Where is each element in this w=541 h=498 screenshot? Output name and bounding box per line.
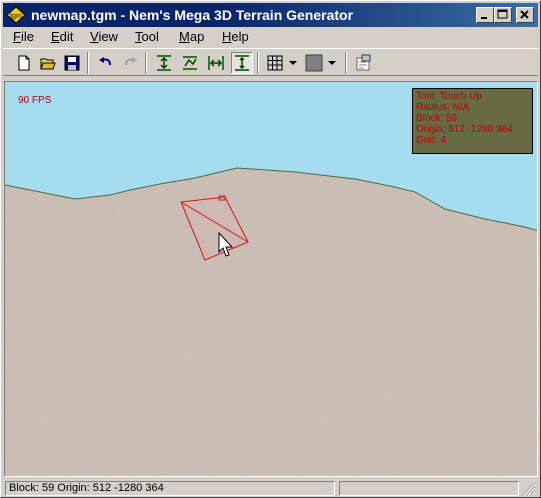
toolbar-separator	[345, 52, 347, 74]
minimize-button[interactable]	[476, 7, 494, 23]
tool-info-overlay: Tool: Touch Up Radius: N/A Block: 59 Ori…	[412, 88, 533, 154]
toolbar-separator	[87, 52, 89, 74]
grid-dropdown-button[interactable]	[286, 52, 300, 74]
fps-counter: 90 FPS	[18, 95, 52, 106]
grid-button[interactable]	[264, 52, 286, 74]
window-title: newmap.tgm - Nem's Mega 3D Terrain Gener…	[31, 7, 354, 23]
menu-edit[interactable]: Edit	[51, 29, 73, 44]
undo-button[interactable]	[95, 52, 117, 74]
close-icon	[520, 10, 529, 19]
menu-help-label: elp	[231, 29, 249, 44]
save-button[interactable]	[61, 52, 83, 74]
info-tool: Tool: Touch Up	[416, 91, 482, 102]
app-icon[interactable]: tgm	[7, 7, 25, 23]
menu-file[interactable]: File	[13, 29, 34, 44]
touch-up-tool-button[interactable]	[231, 52, 253, 74]
raise-tool-icon	[157, 55, 171, 71]
save-icon	[64, 55, 80, 71]
properties-icon	[356, 54, 371, 71]
open-icon	[40, 58, 56, 70]
color-dropdown-button[interactable]	[325, 52, 339, 74]
redo-button[interactable]	[119, 52, 141, 74]
menu-help[interactable]: Help	[222, 29, 249, 44]
title-bar[interactable]: tgm newmap.tgm - Nem's Mega 3D Terrain G…	[3, 3, 538, 27]
toolbar-separator	[257, 52, 259, 74]
maximize-button[interactable]	[494, 7, 512, 23]
menu-view[interactable]: View	[90, 29, 118, 44]
menu-file-label: ile	[20, 29, 34, 44]
open-button[interactable]	[37, 52, 59, 74]
menu-file-mnemonic: F	[13, 29, 21, 44]
properties-button[interactable]	[352, 52, 374, 74]
menu-map-mnemonic: M	[179, 29, 190, 44]
terrain-texture	[5, 168, 537, 476]
touch-up-tool-icon	[235, 55, 249, 71]
menu-view-label: iew	[98, 29, 118, 44]
menu-tool[interactable]: Tool	[135, 29, 159, 44]
menu-tool-label: ool	[141, 29, 159, 44]
minimize-icon	[481, 17, 487, 19]
flatten-tool-button[interactable]	[205, 52, 227, 74]
info-block: Block: 59	[416, 113, 458, 124]
resize-grip-icon[interactable]	[522, 482, 536, 496]
smooth-tool-button[interactable]	[179, 52, 201, 74]
info-grid: Grid: 4	[416, 135, 447, 146]
menu-edit-label: dit	[59, 29, 74, 44]
color-button[interactable]	[303, 52, 325, 74]
menu-map[interactable]: Map	[179, 29, 204, 44]
menu-edit-mnemonic: E	[51, 29, 60, 44]
info-origin: Origin: 512 -1280 364	[416, 124, 513, 135]
menu-bar: File Edit View Tool Map Help	[3, 28, 538, 46]
menu-map-label: ap	[189, 29, 205, 44]
svg-text:tgm: tgm	[10, 13, 22, 20]
terrain-viewport[interactable]: 90 FPS Tool: Touch Up Radius: N/A Block:…	[4, 81, 538, 477]
flatten-tool-icon	[208, 56, 224, 70]
undo-icon	[99, 57, 111, 66]
chevron-down-icon	[328, 61, 336, 65]
color-swatch-icon	[305, 54, 323, 72]
maximize-icon	[497, 9, 508, 19]
new-icon	[18, 55, 30, 71]
menu-help-mnemonic: H	[222, 29, 232, 44]
status-pane-secondary	[339, 481, 519, 496]
status-text: Block: 59 Origin: 512 -1280 364	[5, 481, 335, 496]
chevron-down-icon	[289, 61, 297, 65]
raise-tool-button[interactable]	[153, 52, 175, 74]
status-bar: Block: 59 Origin: 512 -1280 364	[3, 480, 538, 497]
grid-icon	[267, 55, 283, 71]
info-radius: Radius: N/A	[416, 102, 470, 113]
new-button[interactable]	[13, 52, 35, 74]
toolbar	[3, 48, 538, 76]
close-button[interactable]	[516, 7, 534, 23]
smooth-tool-icon	[183, 56, 197, 70]
toolbar-separator	[145, 52, 147, 74]
redo-icon	[125, 57, 137, 66]
main-window: tgm newmap.tgm - Nem's Mega 3D Terrain G…	[0, 0, 541, 498]
